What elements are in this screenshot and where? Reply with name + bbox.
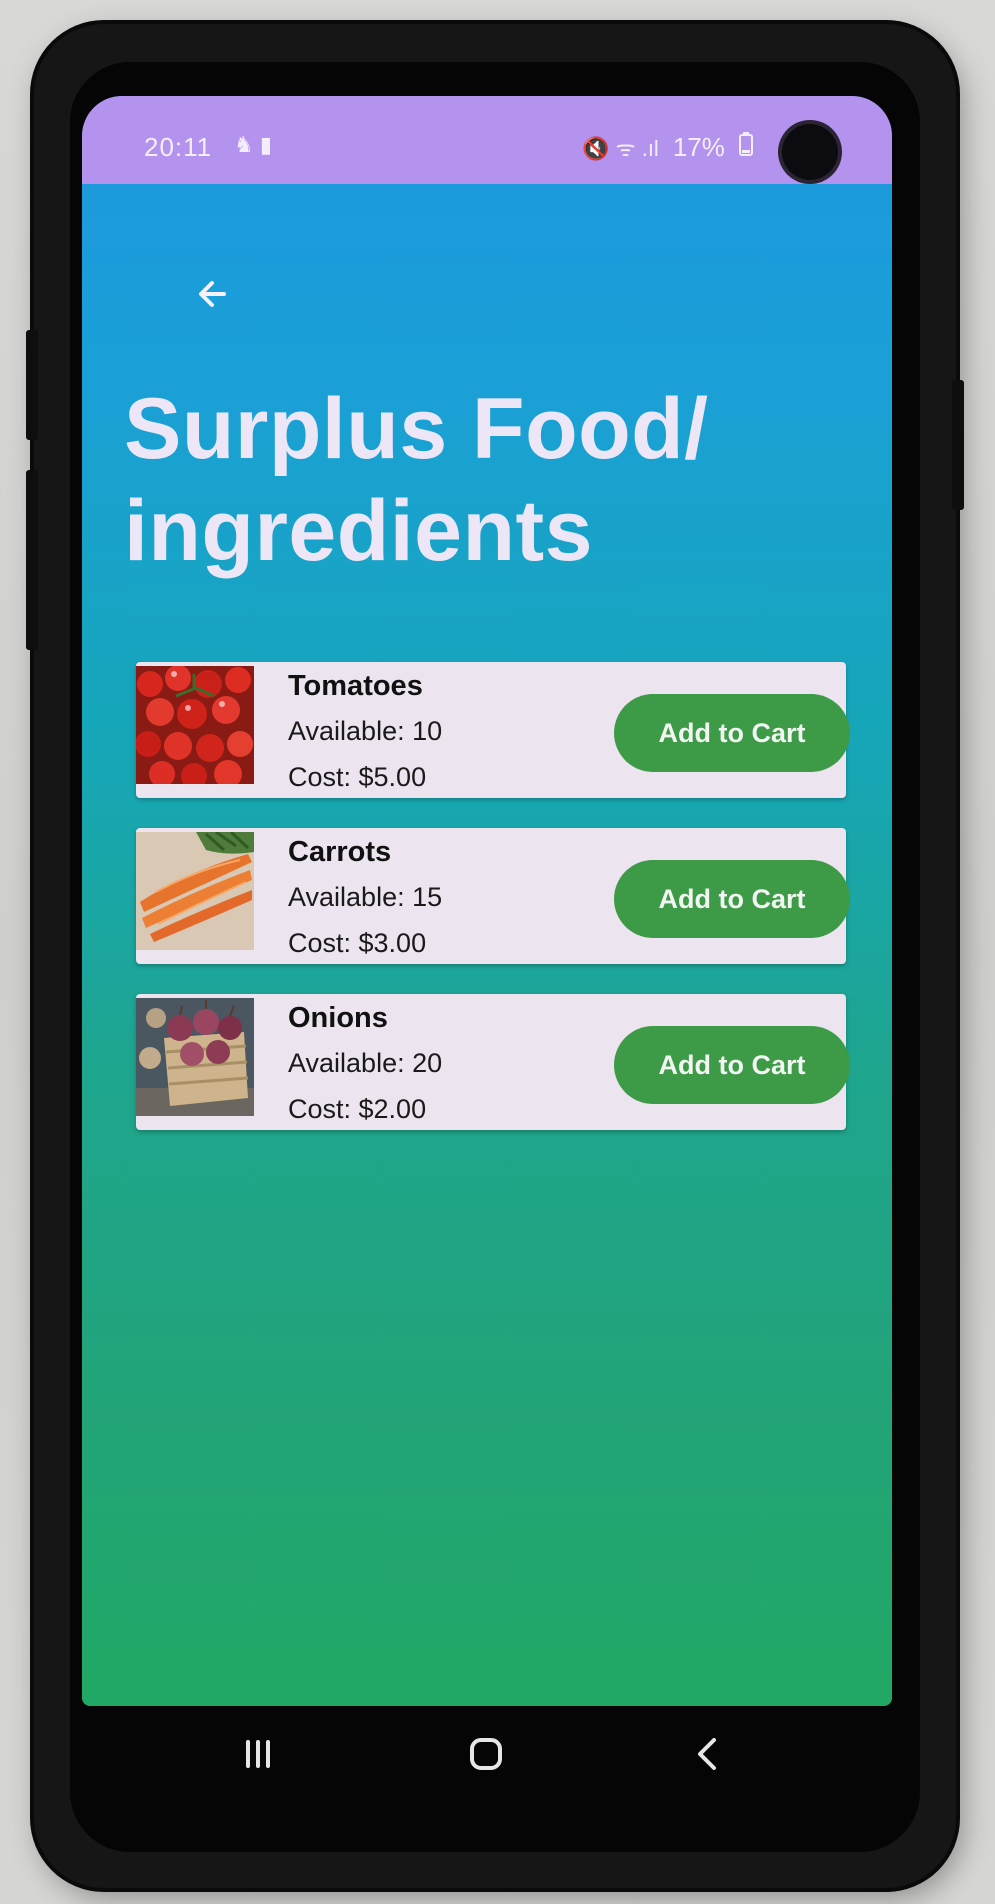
add-to-cart-button[interactable]: Add to Cart bbox=[614, 694, 850, 772]
item-cost: Cost: $3.00 bbox=[288, 928, 427, 958]
signal-icons: 🔇 ᯤ .ıl bbox=[582, 135, 659, 161]
side-button bbox=[26, 470, 38, 650]
tomatoes-photo bbox=[136, 666, 254, 784]
add-to-cart-button[interactable]: Add to Cart bbox=[614, 1026, 850, 1104]
carrots-photo bbox=[136, 832, 254, 950]
battery-icon bbox=[738, 132, 753, 163]
navigation-bar bbox=[82, 1706, 892, 1810]
status-right-group: 🔇 ᯤ .ıl 17% bbox=[582, 132, 753, 163]
item-available: Available: 20 bbox=[288, 1048, 443, 1078]
arrow-left-icon[interactable] bbox=[182, 264, 242, 324]
status-bar: 20:11 ♞ ▮ 🔇 ᯤ .ıl 17% bbox=[82, 96, 892, 184]
item-name: Tomatoes bbox=[288, 670, 423, 702]
side-button bbox=[26, 330, 38, 440]
list-item: Onions Available: 20 Cost: $2.00 Add to … bbox=[136, 994, 850, 1130]
onions-photo bbox=[136, 998, 254, 1116]
side-button bbox=[952, 380, 964, 510]
front-camera bbox=[782, 124, 838, 180]
home-icon[interactable] bbox=[456, 1734, 516, 1784]
page-title: Surplus Food/ ingredients bbox=[124, 381, 709, 579]
item-cost: Cost: $5.00 bbox=[288, 762, 427, 792]
add-to-cart-button[interactable]: Add to Cart bbox=[614, 860, 850, 938]
item-name: Carrots bbox=[288, 836, 392, 868]
recents-icon[interactable] bbox=[228, 1734, 288, 1784]
item-name: Onions bbox=[288, 1002, 388, 1034]
item-available: Available: 10 bbox=[288, 716, 443, 746]
item-cost: Cost: $2.00 bbox=[288, 1094, 427, 1124]
list-item: Tomatoes Available: 10 Cost: $5.00 Add t… bbox=[136, 662, 850, 798]
status-time: 20:11 bbox=[144, 132, 213, 162]
list-item: Carrots Available: 15 Cost: $3.00 Add to… bbox=[136, 828, 850, 964]
app-screen: 20:11 ♞ ▮ 🔇 ᯤ .ıl 17% Surplus Food/ ingr… bbox=[82, 96, 892, 1706]
item-available: Available: 15 bbox=[288, 882, 443, 912]
notification-icons: ♞ ▮ bbox=[234, 132, 272, 157]
back-chevron-icon[interactable] bbox=[678, 1734, 738, 1784]
battery-percentage: 17% bbox=[672, 132, 725, 162]
